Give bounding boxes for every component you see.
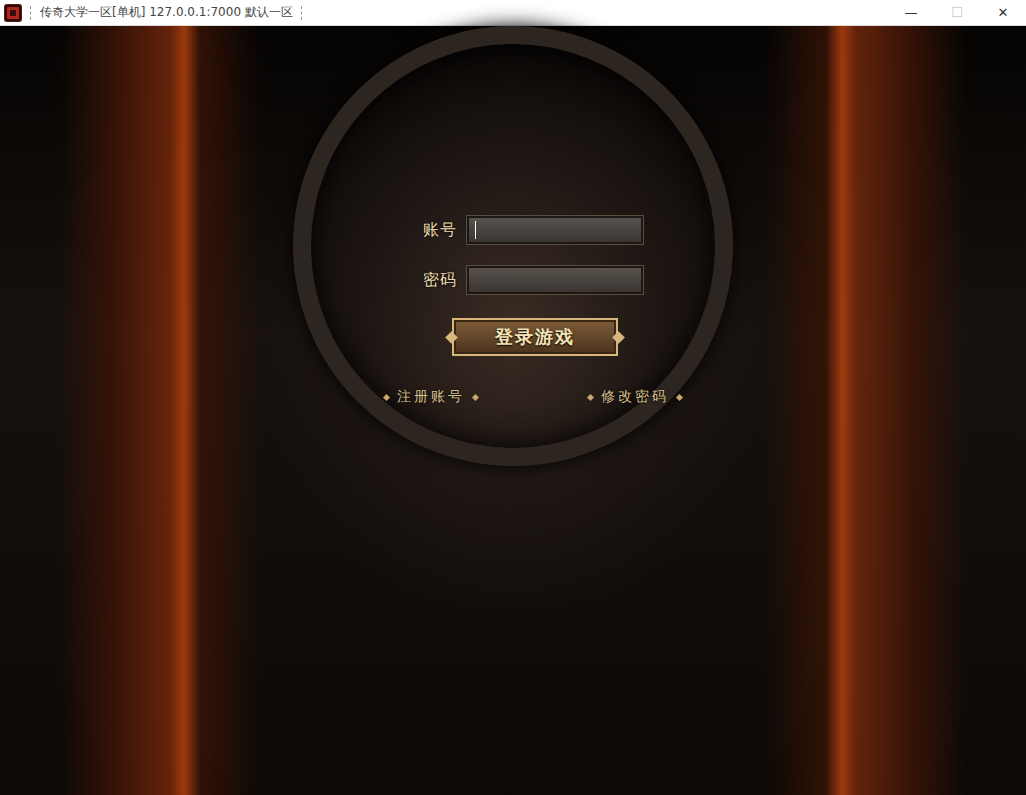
links-row: 注册账号 修改密码: [384, 388, 682, 406]
title-separator: [30, 6, 32, 20]
login-scene: 账号 密码 登录游戏 注册账号 修改密码: [0, 26, 1026, 795]
diamond-icon: [676, 393, 683, 400]
text-link[interactable]: 修改密码: [588, 388, 682, 406]
lava-wall-left: [60, 26, 260, 795]
close-button[interactable]: ✕: [980, 0, 1026, 25]
text-field[interactable]: [467, 266, 643, 294]
login-panel: 账号 密码 登录游戏 注册账号 修改密码: [293, 156, 733, 795]
field-label: 账号: [423, 220, 457, 241]
app-logo-icon: [4, 4, 22, 22]
text-caret: [475, 221, 476, 239]
login-button-frame: 登录游戏: [451, 318, 619, 356]
maximize-button: ☐: [934, 0, 980, 25]
text-field[interactable]: [467, 216, 643, 244]
diamond-icon: [472, 393, 479, 400]
title-separator: [301, 6, 303, 20]
field-row: 账号: [423, 216, 643, 244]
text-link[interactable]: 注册账号: [384, 388, 478, 406]
window-controls: —☐✕: [888, 0, 1026, 25]
diamond-icon: [383, 393, 390, 400]
lava-wall-right: [766, 26, 966, 795]
title-bar: 传奇大学一区[单机] 127.0.0.1:7000 默认一区 —☐✕: [0, 0, 1026, 26]
game-window: 传奇大学一区[单机] 127.0.0.1:7000 默认一区 —☐✕ 账号 密码…: [0, 0, 1026, 795]
field-label: 密码: [423, 270, 457, 291]
field-row: 密码: [423, 266, 643, 294]
login-button[interactable]: 登录游戏: [452, 318, 618, 356]
window-title: 传奇大学一区[单机] 127.0.0.1:7000 默认一区: [40, 4, 293, 21]
minimize-button[interactable]: —: [888, 0, 934, 25]
login-form: 账号 密码 登录游戏 注册账号 修改密码: [344, 156, 682, 795]
diamond-icon: [587, 393, 594, 400]
